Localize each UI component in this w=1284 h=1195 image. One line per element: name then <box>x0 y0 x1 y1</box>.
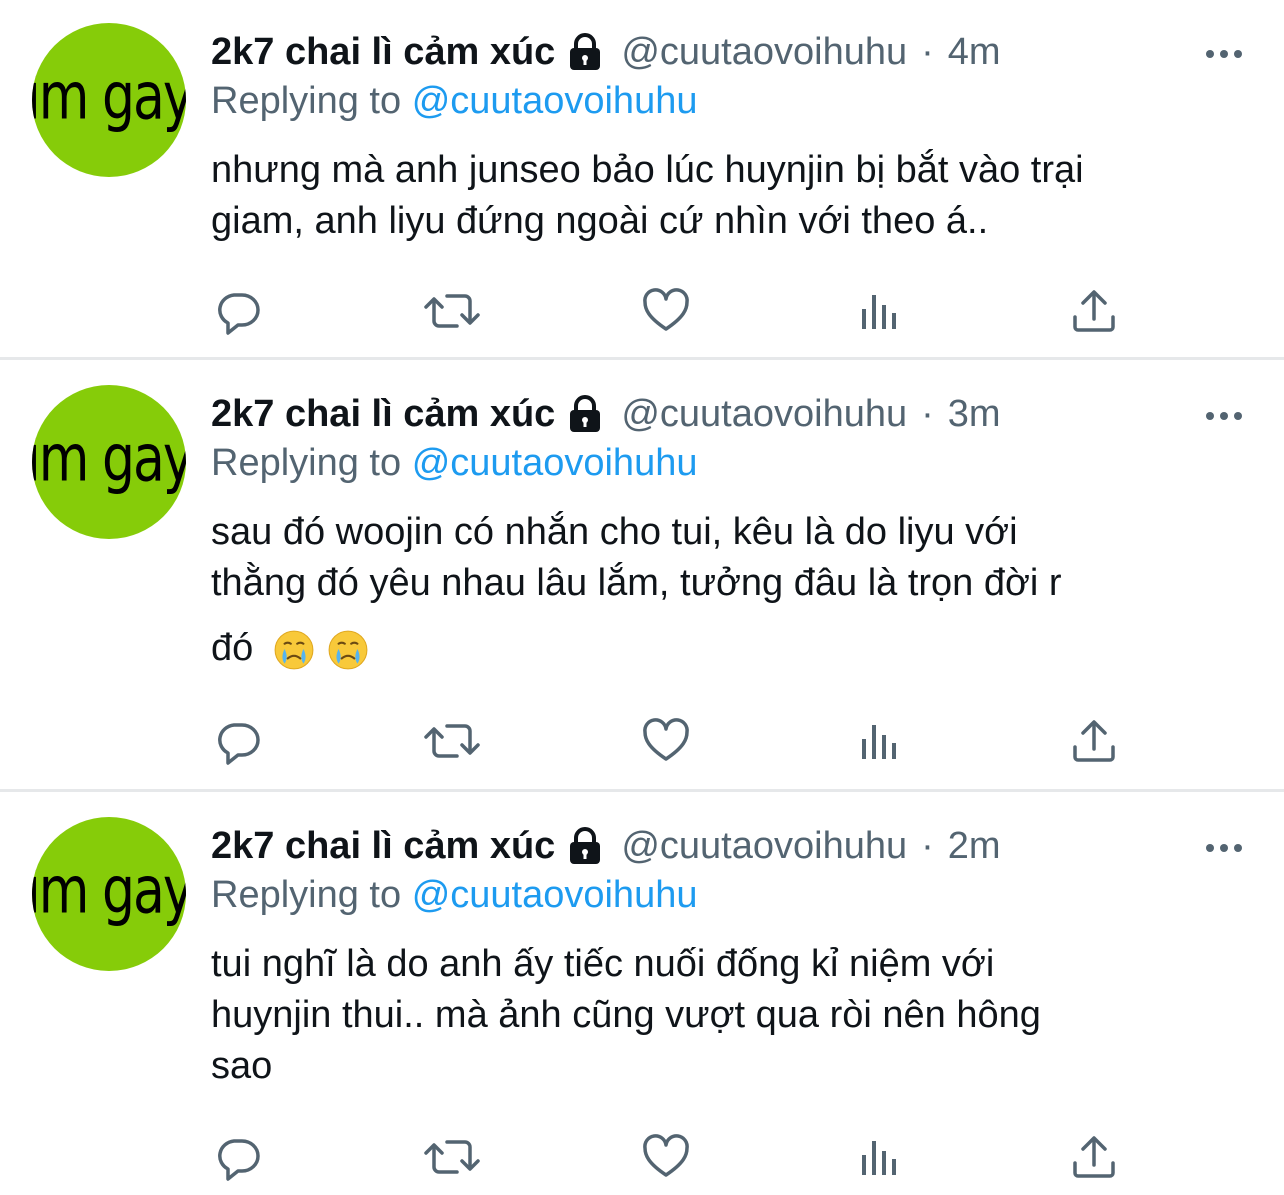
tweet-text: nhưng mà anh junseo bảo lúc huynjin bị b… <box>211 145 1251 247</box>
separator-dot: · <box>921 30 934 73</box>
tweet-header: 2k7 chai lì cảm xúc @cuutaovoihuhu · 2m <box>211 818 1244 874</box>
tweet-text-line: sau đó woojin có nhắn cho tui, kêu là do… <box>211 511 1018 553</box>
share-button[interactable] <box>1064 711 1124 771</box>
avatar[interactable]: im gay <box>32 385 186 539</box>
timestamp[interactable]: 3m <box>948 393 1001 436</box>
avatar-label: im gay <box>32 853 186 929</box>
like-button[interactable] <box>636 1127 696 1187</box>
action-bar <box>0 711 1284 771</box>
reply-button[interactable] <box>208 711 268 771</box>
retweet-icon <box>424 717 480 765</box>
replying-label: Replying to <box>211 442 402 484</box>
separator-dot: · <box>921 824 934 867</box>
separator-dot: · <box>921 392 934 435</box>
reply-button[interactable] <box>208 281 268 341</box>
replying-handle-link[interactable]: @cuutaovoihuhu <box>412 80 698 122</box>
replying-handle-link[interactable]: @cuutaovoihuhu <box>412 874 698 916</box>
lock-icon <box>565 826 605 866</box>
analytics-button[interactable] <box>850 711 910 771</box>
like-button[interactable] <box>636 281 696 341</box>
analytics-icon <box>856 717 904 765</box>
replying-to: Replying to @cuutaovoihuhu <box>211 80 697 123</box>
avatar-label: im gay <box>32 59 186 135</box>
share-button[interactable] <box>1064 281 1124 341</box>
avatar[interactable]: im gay <box>32 23 186 177</box>
display-name[interactable]: 2k7 chai lì cảm xúc <box>211 393 555 436</box>
crying-face-icon <box>327 629 369 671</box>
analytics-button[interactable] <box>850 1127 910 1187</box>
replying-label: Replying to <box>211 80 402 122</box>
lock-icon <box>565 32 605 72</box>
timestamp[interactable]: 4m <box>948 31 1001 74</box>
reply-icon <box>214 717 262 765</box>
handle[interactable]: @cuutaovoihuhu <box>621 31 907 74</box>
tweet-header: 2k7 chai lì cảm xúc @cuutaovoihuhu · 4m <box>211 24 1244 80</box>
tweet-text-line: giam, anh liyu đứng ngoài cứ nhìn với th… <box>211 200 989 242</box>
retweet-button[interactable] <box>422 1127 482 1187</box>
tweet-header: 2k7 chai lì cảm xúc @cuutaovoihuhu · 3m <box>211 386 1244 442</box>
action-bar <box>0 281 1284 341</box>
like-icon <box>642 287 690 335</box>
tweet-text-line-wrap: đó <box>211 623 1251 674</box>
reply-icon <box>214 1133 262 1181</box>
analytics-icon <box>856 287 904 335</box>
action-bar <box>0 1127 1284 1187</box>
more-options-icon[interactable] <box>1204 396 1244 436</box>
share-icon <box>1070 287 1118 335</box>
lock-icon <box>565 394 605 434</box>
tweet-text-line: sao <box>211 1045 273 1087</box>
tweet-text-line: nhưng mà anh junseo bảo lúc huynjin bị b… <box>211 149 1084 191</box>
handle[interactable]: @cuutaovoihuhu <box>621 825 907 868</box>
handle[interactable]: @cuutaovoihuhu <box>621 393 907 436</box>
tweet-text-line: thằng đó yêu nhau lâu lắm, tưởng đâu là … <box>211 562 1062 604</box>
share-icon <box>1070 717 1118 765</box>
more-options-icon[interactable] <box>1204 828 1244 868</box>
share-button[interactable] <box>1064 1127 1124 1187</box>
replying-handle-link[interactable]: @cuutaovoihuhu <box>412 442 698 484</box>
divider <box>0 357 1284 360</box>
more-options-icon[interactable] <box>1204 34 1244 74</box>
display-name[interactable]: 2k7 chai lì cảm xúc <box>211 31 555 74</box>
tweet-text: sau đó woojin có nhắn cho tui, kêu là do… <box>211 507 1251 674</box>
tweet-text-line: đó <box>211 627 254 669</box>
share-icon <box>1070 1133 1118 1181</box>
replying-to: Replying to @cuutaovoihuhu <box>211 874 697 917</box>
retweet-button[interactable] <box>422 281 482 341</box>
timestamp[interactable]: 2m <box>948 825 1001 868</box>
analytics-button[interactable] <box>850 281 910 341</box>
retweet-icon <box>424 1133 480 1181</box>
retweet-icon <box>424 287 480 335</box>
replying-label: Replying to <box>211 874 402 916</box>
avatar-label: im gay <box>32 421 186 497</box>
replying-to: Replying to @cuutaovoihuhu <box>211 442 697 485</box>
divider <box>0 789 1284 792</box>
tweet-text-line: tui nghĩ là do anh ấy tiếc nuối đống kỉ … <box>211 943 995 985</box>
reply-button[interactable] <box>208 1127 268 1187</box>
like-button[interactable] <box>636 711 696 771</box>
tweet-text: tui nghĩ là do anh ấy tiếc nuối đống kỉ … <box>211 939 1251 1092</box>
retweet-button[interactable] <box>422 711 482 771</box>
avatar[interactable]: im gay <box>32 817 186 971</box>
display-name[interactable]: 2k7 chai lì cảm xúc <box>211 825 555 868</box>
like-icon <box>642 717 690 765</box>
reply-icon <box>214 287 262 335</box>
analytics-icon <box>856 1133 904 1181</box>
crying-face-icon <box>273 629 315 671</box>
tweet-text-line: huynjin thui.. mà ảnh cũng vượt qua ròi … <box>211 994 1041 1036</box>
like-icon <box>642 1133 690 1181</box>
